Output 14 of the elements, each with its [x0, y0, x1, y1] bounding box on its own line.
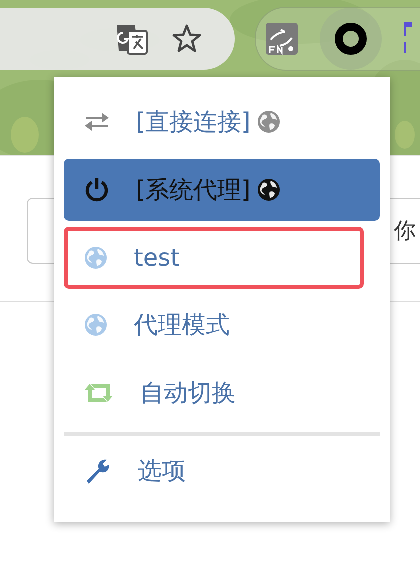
translate-extension-icon[interactable]	[266, 23, 298, 55]
wrench-icon	[84, 457, 112, 486]
power-icon	[84, 176, 110, 203]
menu-item[interactable]: 代理模式	[64, 294, 380, 356]
ring-icon	[334, 22, 368, 56]
address-bar[interactable]	[0, 8, 235, 70]
menu-item[interactable]: 选项	[64, 440, 380, 502]
star-icon[interactable]	[171, 23, 203, 55]
menu-item[interactable]: [系统代理]	[64, 158, 380, 221]
menu-item[interactable]: test	[64, 226, 364, 289]
translate-icon[interactable]	[115, 22, 149, 56]
swap-arrows-icon	[84, 110, 110, 133]
menu-item[interactable]: 自动切换	[64, 362, 380, 424]
field-text: 你	[394, 218, 416, 246]
